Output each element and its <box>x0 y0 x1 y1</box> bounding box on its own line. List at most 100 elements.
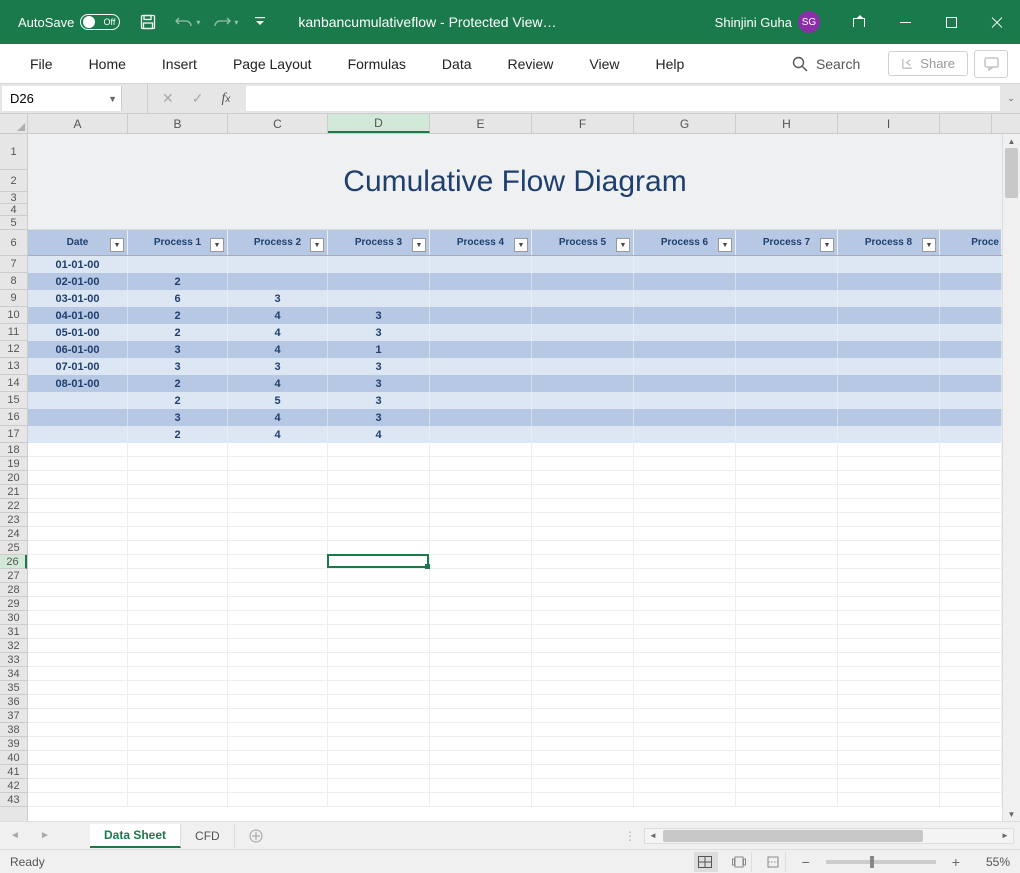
cell[interactable] <box>838 273 940 290</box>
cell[interactable] <box>838 527 940 541</box>
row-header-42[interactable]: 42 <box>0 779 27 793</box>
cell[interactable] <box>228 765 328 779</box>
row-header-13[interactable]: 13 <box>0 358 27 375</box>
cell[interactable] <box>838 639 940 653</box>
cell[interactable] <box>838 597 940 611</box>
cell[interactable] <box>736 737 838 751</box>
cell[interactable]: 2 <box>128 273 228 290</box>
cell[interactable]: 4 <box>228 307 328 324</box>
row-header-26[interactable]: 26 <box>0 555 27 569</box>
cell[interactable] <box>228 527 328 541</box>
page-layout-view-icon[interactable] <box>728 852 752 872</box>
tab-split-handle[interactable]: ⋮ <box>616 829 644 843</box>
cell[interactable] <box>838 426 940 443</box>
cell[interactable] <box>634 695 736 709</box>
cell[interactable] <box>328 457 430 471</box>
cell[interactable] <box>128 457 228 471</box>
cell[interactable] <box>736 653 838 667</box>
cell[interactable] <box>634 307 736 324</box>
cell[interactable] <box>736 639 838 653</box>
cell[interactable] <box>736 307 838 324</box>
cell[interactable] <box>28 793 128 807</box>
cell[interactable] <box>838 583 940 597</box>
cell[interactable] <box>28 653 128 667</box>
cell[interactable] <box>128 256 228 273</box>
row-header-40[interactable]: 40 <box>0 751 27 765</box>
row-header-16[interactable]: 16 <box>0 409 27 426</box>
cell[interactable] <box>228 667 328 681</box>
cell[interactable] <box>228 457 328 471</box>
cell[interactable] <box>532 358 634 375</box>
cell[interactable] <box>28 541 128 555</box>
cell[interactable]: 4 <box>228 341 328 358</box>
cell[interactable] <box>940 392 1002 409</box>
cell[interactable] <box>430 639 532 653</box>
cell[interactable] <box>430 611 532 625</box>
cell[interactable]: 2 <box>128 375 228 392</box>
cell[interactable] <box>532 443 634 457</box>
cell[interactable] <box>532 597 634 611</box>
row-header-3[interactable]: 3 <box>0 192 27 204</box>
filter-icon[interactable]: ▼ <box>820 238 834 252</box>
cell[interactable] <box>634 555 736 569</box>
cell[interactable] <box>532 527 634 541</box>
cell-date[interactable]: 01-01-00 <box>28 256 128 273</box>
cell[interactable] <box>634 256 736 273</box>
cell[interactable] <box>736 541 838 555</box>
cell[interactable] <box>838 569 940 583</box>
ribbon-tab-data[interactable]: Data <box>424 44 490 84</box>
cell[interactable] <box>430 273 532 290</box>
cell[interactable] <box>228 695 328 709</box>
cell[interactable] <box>532 737 634 751</box>
row-header-23[interactable]: 23 <box>0 513 27 527</box>
cell[interactable]: 4 <box>228 426 328 443</box>
cell[interactable] <box>838 307 940 324</box>
cell[interactable]: 4 <box>228 409 328 426</box>
cell[interactable] <box>328 737 430 751</box>
cell[interactable] <box>28 457 128 471</box>
row-header-12[interactable]: 12 <box>0 341 27 358</box>
ribbon-tab-home[interactable]: Home <box>71 44 144 84</box>
cell[interactable] <box>838 443 940 457</box>
cell[interactable] <box>736 392 838 409</box>
cell[interactable] <box>128 723 228 737</box>
cell[interactable] <box>430 426 532 443</box>
cell[interactable] <box>532 324 634 341</box>
cell[interactable] <box>532 569 634 583</box>
cell[interactable] <box>430 625 532 639</box>
cell[interactable] <box>430 485 532 499</box>
cell[interactable] <box>838 499 940 513</box>
cell[interactable] <box>838 290 940 307</box>
cell[interactable] <box>28 779 128 793</box>
cell[interactable] <box>228 471 328 485</box>
cell[interactable] <box>736 625 838 639</box>
cell[interactable] <box>634 273 736 290</box>
row-header-18[interactable]: 18 <box>0 443 27 457</box>
cell-date[interactable]: 03-01-00 <box>28 290 128 307</box>
cell[interactable] <box>838 611 940 625</box>
cell[interactable] <box>328 681 430 695</box>
cell[interactable] <box>736 583 838 597</box>
cell[interactable] <box>532 751 634 765</box>
cell[interactable] <box>940 409 1002 426</box>
cell[interactable] <box>328 256 430 273</box>
cell[interactable] <box>838 513 940 527</box>
cell[interactable] <box>430 307 532 324</box>
cell[interactable] <box>838 471 940 485</box>
cell[interactable]: 3 <box>128 409 228 426</box>
cell[interactable] <box>28 513 128 527</box>
cell[interactable] <box>838 457 940 471</box>
column-header-B[interactable]: B <box>128 114 228 133</box>
cell[interactable] <box>430 569 532 583</box>
cell[interactable] <box>634 443 736 457</box>
cell[interactable] <box>532 307 634 324</box>
cell[interactable] <box>28 597 128 611</box>
row-header-37[interactable]: 37 <box>0 709 27 723</box>
cell[interactable] <box>430 513 532 527</box>
cell[interactable] <box>430 457 532 471</box>
cell[interactable] <box>736 611 838 625</box>
cell[interactable] <box>532 611 634 625</box>
cell[interactable] <box>838 793 940 807</box>
cell[interactable] <box>328 611 430 625</box>
cell[interactable] <box>228 541 328 555</box>
